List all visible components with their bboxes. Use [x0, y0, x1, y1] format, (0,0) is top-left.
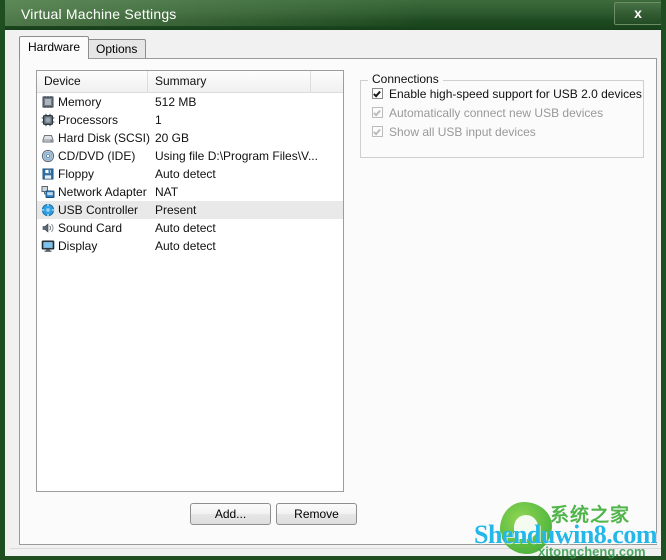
device-row[interactable]: Processors 1	[37, 111, 343, 129]
display-icon	[41, 239, 55, 253]
device-row[interactable]: Memory 512 MB	[37, 93, 343, 111]
remove-button[interactable]: Remove	[276, 503, 357, 525]
device-row[interactable]: USB Controller Present	[37, 201, 343, 219]
column-header-device[interactable]: Device	[37, 71, 148, 92]
dialog-footer: OK	[10, 548, 661, 556]
title-bar: Virtual Machine Settings x	[5, 0, 661, 30]
device-row[interactable]: CD/DVD (IDE) Using file D:\Program Files\…	[37, 147, 343, 165]
hard-disk-icon	[41, 131, 55, 145]
add-button[interactable]: Add...	[190, 503, 271, 525]
connections-legend: Connections	[368, 72, 443, 86]
memory-icon	[41, 95, 55, 109]
device-rows-container: Memory 512 MB Processors 1 Hard Disk (SCSI…	[37, 93, 343, 255]
sound-card-icon	[41, 221, 55, 235]
device-list[interactable]: Device Summary Memory 512 MB Processors 1 …	[36, 70, 344, 492]
device-name: Sound Card	[58, 221, 123, 235]
column-header-blank[interactable]	[311, 71, 343, 92]
cd-dvd-icon	[41, 149, 55, 163]
device-name: Floppy	[58, 167, 95, 181]
tab-hardware[interactable]: Hardware	[19, 36, 90, 59]
device-list-header: Device Summary	[37, 71, 343, 93]
device-name: Memory	[58, 95, 102, 109]
virtual-machine-settings-window: Virtual Machine Settings x Hardware Opti…	[0, 0, 666, 560]
hardware-tab-panel: Device Summary Memory 512 MB Processors 1 …	[19, 58, 657, 545]
device-name: Display	[58, 239, 98, 253]
network-adapter-icon	[41, 185, 55, 199]
checkbox-label: Enable high-speed support for USB 2.0 de…	[389, 87, 642, 101]
device-name: Hard Disk (SCSI)	[58, 131, 151, 145]
device-name: Network Adapter	[58, 185, 147, 199]
device-summary: 1	[155, 113, 162, 127]
device-row[interactable]: Hard Disk (SCSI) 20 GB	[37, 129, 343, 147]
device-summary: Auto detect	[155, 167, 216, 181]
floppy-icon	[41, 167, 55, 181]
device-row[interactable]: Network Adapter NAT	[37, 183, 343, 201]
column-header-summary[interactable]: Summary	[148, 71, 311, 92]
device-summary: Present	[155, 203, 197, 217]
usb-controller-icon	[41, 203, 55, 217]
checkbox-label: Automatically connect new USB devices	[389, 106, 604, 120]
close-button[interactable]: x	[614, 2, 661, 25]
checkbox-box[interactable]	[372, 107, 383, 118]
device-row[interactable]: Display Auto detect	[37, 237, 343, 255]
checkbox-box[interactable]	[372, 88, 383, 99]
device-summary: 20 GB	[155, 131, 190, 145]
device-name: Processors	[58, 113, 119, 127]
window-title: Virtual Machine Settings	[21, 6, 177, 22]
device-summary: 512 MB	[155, 95, 197, 109]
tab-options[interactable]: Options	[87, 39, 147, 59]
device-row[interactable]: Sound Card Auto detect	[37, 219, 343, 237]
device-summary: Using file D:\Program Files\V...	[155, 149, 318, 163]
processor-icon	[41, 113, 55, 127]
checkbox-box[interactable]	[372, 126, 383, 137]
device-name: USB Controller	[58, 203, 139, 217]
checkbox-label: Show all USB input devices	[389, 125, 536, 139]
device-name: CD/DVD (IDE)	[58, 149, 136, 163]
device-summary: NAT	[155, 185, 179, 199]
device-summary: Auto detect	[155, 239, 216, 253]
client-area: Hardware Options Device Summary Memory 51…	[10, 30, 661, 556]
device-row[interactable]: Floppy Auto detect	[37, 165, 343, 183]
device-summary: Auto detect	[155, 221, 216, 235]
tab-strip: Hardware Options	[19, 36, 657, 59]
